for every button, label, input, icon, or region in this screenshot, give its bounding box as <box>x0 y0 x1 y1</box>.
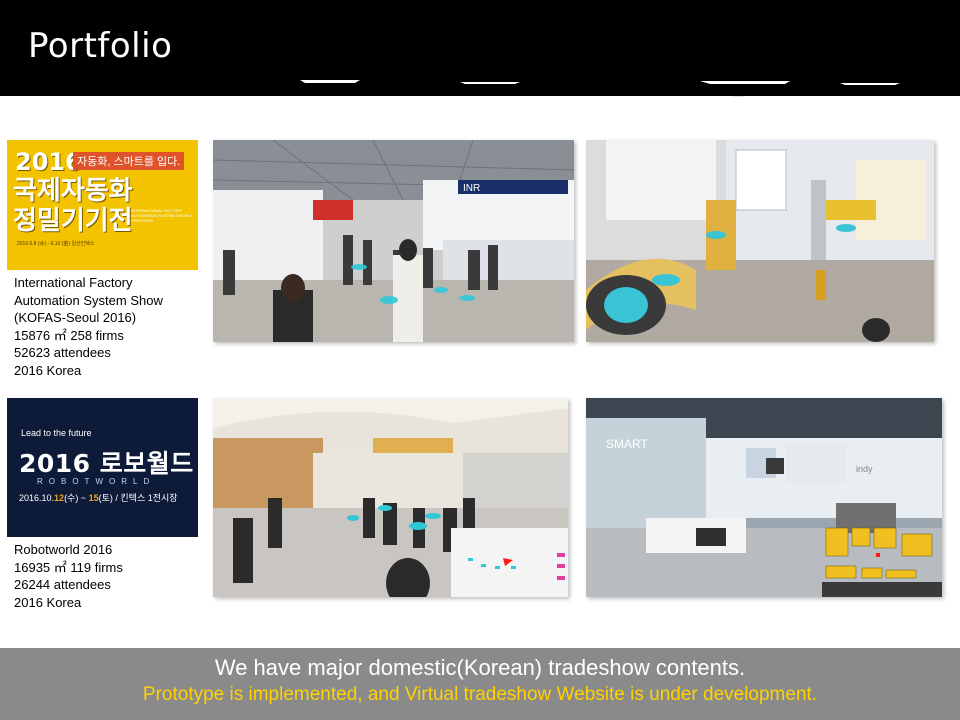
robotworld-lobby-photo <box>213 398 568 597</box>
caption-line: (KOFAS-Seoul 2016) <box>14 310 137 325</box>
poster-main-line-1: 국제자동화 <box>13 176 133 206</box>
poster-subtitle: ROBOTWORLD <box>37 477 156 486</box>
poster-date: 2016.6.8 (水) - 6.10 (金) 일산킨텍스 <box>17 241 95 247</box>
page-title: Portfolio <box>28 26 173 66</box>
poster-title: 2016 로보월드 <box>19 449 194 478</box>
poster-tagline: 자동화, 스마트를 입다. <box>73 152 185 170</box>
booth-sign-label: INR <box>463 183 480 194</box>
poster-main-line-2: 정밀기기전 <box>13 206 133 236</box>
booth-sign-label: indy <box>856 464 873 474</box>
caption-line: 2016 Korea <box>14 594 82 610</box>
caption-line: 16935 ㎡ 119 firms <box>14 559 123 575</box>
poster-lead: Lead to the future <box>21 428 92 438</box>
smart-booth-photo: SMART indy <box>586 398 942 597</box>
caption-line: 52623 attendees <box>14 345 111 360</box>
caption-line: Robotworld 2016 <box>14 542 113 557</box>
poster-date: 2016.10.12(수) ~ 15(토) / 킨텍스 1전시장 <box>19 493 178 503</box>
kofas-poster-image: 2016 자동화, 스마트를 입다. 국제자동화 정밀기기전 INTERNATI… <box>7 140 198 270</box>
header-brush-edge <box>0 70 960 97</box>
caption-line: 26244 attendees <box>14 577 111 592</box>
caption-line: International Factory <box>14 275 133 290</box>
robotworld-poster-image: Lead to the future 2016 로보월드 ROBOTWORLD … <box>7 398 198 537</box>
poster-main-title: 국제자동화 정밀기기전 <box>13 176 133 236</box>
caption-line: 15876 ㎡ 258 firms <box>14 327 124 343</box>
show-2-caption: Robotworld 2016 16935 ㎡ 119 firms 26244 … <box>14 541 123 611</box>
factory-booth-photo <box>586 140 934 342</box>
caption-line: 2016 Korea <box>14 362 82 378</box>
footer-status-note: Prototype is implemented, and Virtual tr… <box>142 684 818 705</box>
booth-sign-label: SMART <box>606 437 648 451</box>
poster-year: 2016 <box>15 148 82 176</box>
poster-subtitle: INTERNATIONAL FACTORY AUTOMATION SYSTEM … <box>131 208 193 223</box>
footer-statement: We have major domestic(Korean) tradeshow… <box>214 655 746 680</box>
caption-line: Automation System Show <box>14 292 163 308</box>
show-1-caption: International Factory Automation System … <box>14 274 163 379</box>
exhibition-hall-photo: INR <box>213 140 574 342</box>
footer-banner: We have major domestic(Korean) tradeshow… <box>0 648 960 720</box>
